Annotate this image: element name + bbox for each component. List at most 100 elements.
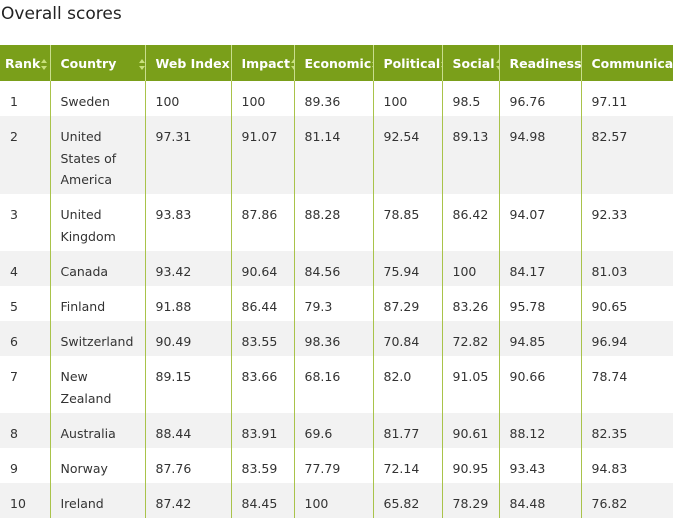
cell-social: 83.26 <box>442 286 500 321</box>
cell-country: Australia <box>50 413 146 448</box>
cell-readiness: 84.17 <box>499 251 582 286</box>
cell-social: 72.82 <box>442 321 500 356</box>
table-row: 10 Ireland 87.42 84.45 100 65.82 78.29 8… <box>0 483 673 518</box>
cell-communications: 90.65 <box>581 286 673 321</box>
column-header-communications[interactable]: Communications <box>581 45 673 81</box>
cell-rank: 5 <box>0 286 51 321</box>
table-row: 4 Canada 93.42 90.64 84.56 75.94 100 84.… <box>0 251 673 286</box>
cell-country: Canada <box>50 251 146 286</box>
cell-communications: 94.83 <box>581 448 673 483</box>
cell-country: Sweden <box>50 81 146 116</box>
cell-economic: 98.36 <box>294 321 374 356</box>
cell-rank: 8 <box>0 413 51 448</box>
cell-social: 98.5 <box>442 81 500 116</box>
column-header-label: Economic <box>304 55 372 71</box>
table-header-row: Rank Country Web Index Impact Economic P… <box>0 45 673 81</box>
column-header-social[interactable]: Social <box>442 45 500 81</box>
column-header-readiness[interactable]: Readiness <box>499 45 582 81</box>
cell-social: 89.13 <box>442 116 500 194</box>
cell-readiness: 90.66 <box>499 356 582 413</box>
cell-economic: 81.14 <box>294 116 374 194</box>
cell-readiness: 94.85 <box>499 321 582 356</box>
cell-readiness: 94.07 <box>499 194 582 251</box>
column-header-label: Country <box>60 55 117 71</box>
column-header-label: Political <box>383 55 441 71</box>
cell-political: 75.94 <box>373 251 443 286</box>
cell-social: 90.61 <box>442 413 500 448</box>
cell-rank: 6 <box>0 321 51 356</box>
cell-readiness: 95.78 <box>499 286 582 321</box>
table-row: 8 Australia 88.44 83.91 69.6 81.77 90.61… <box>0 413 673 448</box>
cell-political: 70.84 <box>373 321 443 356</box>
cell-country: Ireland <box>50 483 146 518</box>
cell-impact: 83.66 <box>231 356 295 413</box>
table-row: 6 Switzerland 90.49 83.55 98.36 70.84 72… <box>0 321 673 356</box>
cell-rank: 10 <box>0 483 51 518</box>
column-header-economic[interactable]: Economic <box>294 45 374 81</box>
cell-economic: 77.79 <box>294 448 374 483</box>
cell-communications: 78.74 <box>581 356 673 413</box>
cell-communications: 76.82 <box>581 483 673 518</box>
column-header-label: Impact <box>241 55 290 71</box>
column-header-impact[interactable]: Impact <box>231 45 295 81</box>
column-header-label: Rank <box>5 55 41 71</box>
sort-arrows-icon[interactable] <box>41 58 48 70</box>
column-header-country[interactable]: Country <box>50 45 146 81</box>
cell-political: 87.29 <box>373 286 443 321</box>
cell-readiness: 84.48 <box>499 483 582 518</box>
cell-country: United States of America <box>50 116 146 194</box>
cell-social: 100 <box>442 251 500 286</box>
cell-political: 81.77 <box>373 413 443 448</box>
column-header-rank[interactable]: Rank <box>0 45 51 81</box>
cell-political: 78.85 <box>373 194 443 251</box>
column-header-web-index[interactable]: Web Index <box>145 45 232 81</box>
cell-rank: 1 <box>0 81 51 116</box>
cell-rank: 4 <box>0 251 51 286</box>
cell-communications: 81.03 <box>581 251 673 286</box>
cell-country: Finland <box>50 286 146 321</box>
cell-web-index: 88.44 <box>145 413 232 448</box>
cell-web-index: 87.42 <box>145 483 232 518</box>
cell-economic: 79.3 <box>294 286 374 321</box>
cell-social: 91.05 <box>442 356 500 413</box>
cell-economic: 68.16 <box>294 356 374 413</box>
cell-political: 100 <box>373 81 443 116</box>
cell-readiness: 93.43 <box>499 448 582 483</box>
cell-impact: 91.07 <box>231 116 295 194</box>
cell-readiness: 96.76 <box>499 81 582 116</box>
cell-impact: 83.91 <box>231 413 295 448</box>
cell-country: United Kingdom <box>50 194 146 251</box>
column-header-label: Social <box>452 55 495 71</box>
scores-table: Rank Country Web Index Impact Economic P… <box>0 45 673 518</box>
cell-communications: 82.35 <box>581 413 673 448</box>
cell-political: 92.54 <box>373 116 443 194</box>
cell-country: New Zealand <box>50 356 146 413</box>
cell-communications: 96.94 <box>581 321 673 356</box>
table-row: 9 Norway 87.76 83.59 77.79 72.14 90.95 9… <box>0 448 673 483</box>
table-row: 7 New Zealand 89.15 83.66 68.16 82.0 91.… <box>0 356 673 413</box>
cell-economic: 84.56 <box>294 251 374 286</box>
column-header-political[interactable]: Political <box>373 45 443 81</box>
cell-impact: 100 <box>231 81 295 116</box>
cell-communications: 97.11 <box>581 81 673 116</box>
cell-impact: 90.64 <box>231 251 295 286</box>
cell-economic: 89.36 <box>294 81 374 116</box>
cell-political: 65.82 <box>373 483 443 518</box>
cell-social: 86.42 <box>442 194 500 251</box>
scores-table-viewport[interactable]: Rank Country Web Index Impact Economic P… <box>0 45 673 521</box>
cell-impact: 84.45 <box>231 483 295 518</box>
cell-web-index: 89.15 <box>145 356 232 413</box>
cell-rank: 9 <box>0 448 51 483</box>
cell-web-index: 90.49 <box>145 321 232 356</box>
cell-readiness: 88.12 <box>499 413 582 448</box>
cell-country: Norway <box>50 448 146 483</box>
cell-web-index: 87.76 <box>145 448 232 483</box>
cell-rank: 7 <box>0 356 51 413</box>
cell-web-index: 93.83 <box>145 194 232 251</box>
cell-economic: 69.6 <box>294 413 374 448</box>
cell-readiness: 94.98 <box>499 116 582 194</box>
table-row: 1 Sweden 100 100 89.36 100 98.5 96.76 97… <box>0 81 673 116</box>
cell-impact: 86.44 <box>231 286 295 321</box>
cell-impact: 83.55 <box>231 321 295 356</box>
cell-economic: 100 <box>294 483 374 518</box>
